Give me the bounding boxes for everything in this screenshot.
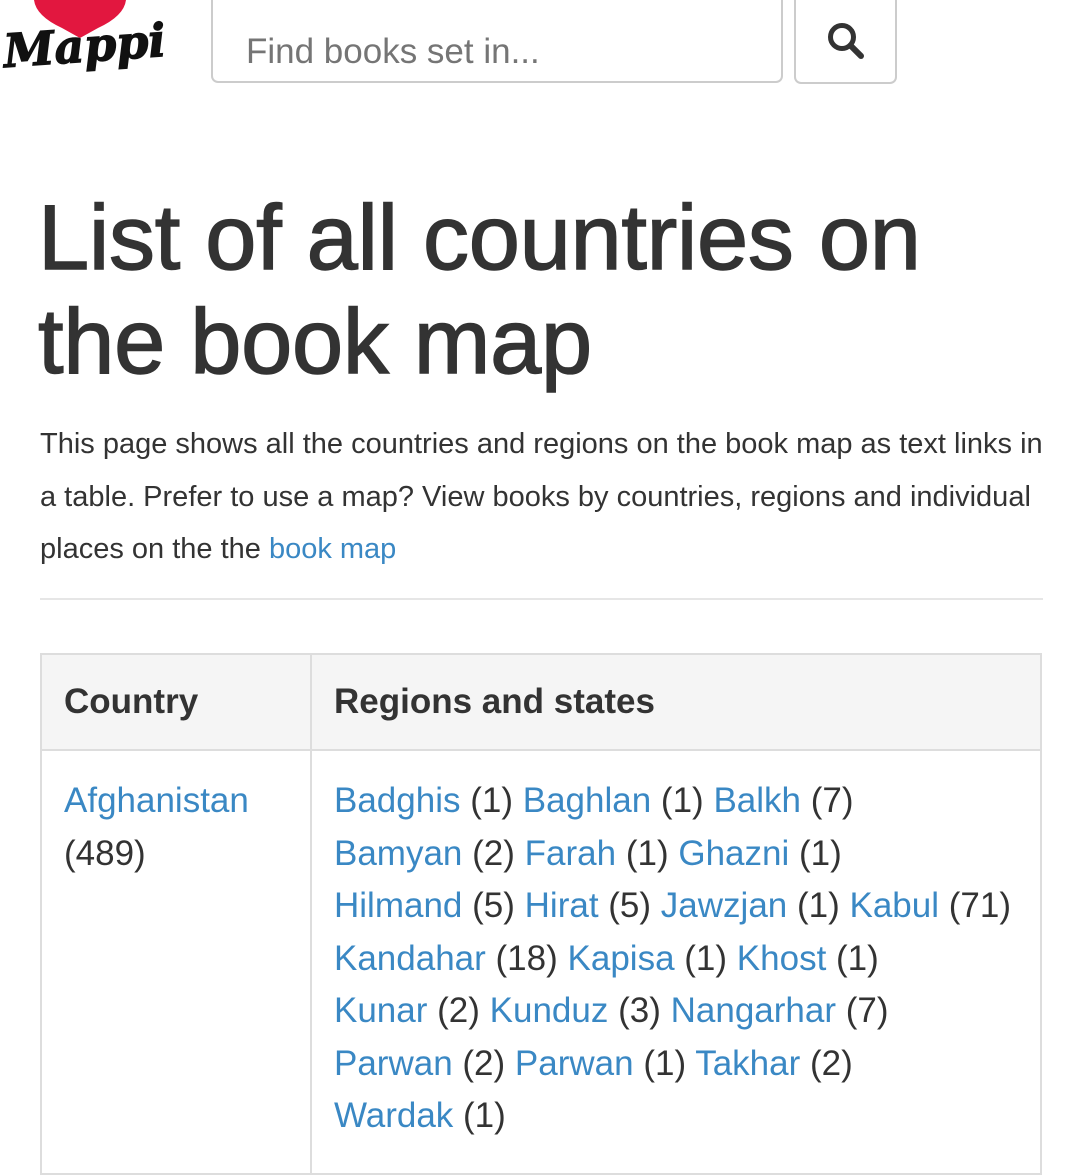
region-count: (1) <box>836 938 879 978</box>
region-count: (1) <box>470 781 513 820</box>
region-item: Kandahar (18) <box>334 939 558 978</box>
region-count: (1) <box>625 833 669 873</box>
region-item: Kunar (2) <box>334 991 480 1030</box>
region-count: (3) <box>618 991 661 1030</box>
regions-cell: Badghis (1) Baghlan (1) Balkh (7) Bamyan… <box>310 749 1042 1175</box>
page-title: List of all countries on the book map <box>37 186 921 393</box>
region-count: (1) <box>798 833 842 873</box>
region-item: Jawzjan (1) <box>661 886 840 925</box>
region-count: (1) <box>796 886 840 925</box>
region-item: Farah (1) <box>525 834 669 873</box>
region-link[interactable]: Wardak <box>334 1096 453 1135</box>
region-item: Baghlan (1) <box>523 781 704 820</box>
region-count: (71) <box>948 886 1012 925</box>
region-item: Kapisa (1) <box>568 939 728 978</box>
table-header-row: Country Regions and states <box>40 653 1042 751</box>
countries-table: Country Regions and states Afghanistan (4… <box>40 653 1042 1175</box>
region-item: Bamyan (2) <box>334 834 515 873</box>
country-column-header: Country <box>40 653 312 751</box>
region-count: (5) <box>608 886 652 925</box>
table-row: Afghanistan (489) Badghis (1) Baghlan (1)… <box>40 749 1042 1175</box>
region-item: Kunduz (3) <box>490 991 661 1030</box>
country-cell: Afghanistan (489) <box>40 749 312 1175</box>
region-item: Ghazni (1) <box>678 834 841 873</box>
region-item: Takhar (2) <box>695 1044 853 1083</box>
region-count: (5) <box>472 886 515 925</box>
region-item: Balkh (7) <box>713 781 853 820</box>
region-count: (1) <box>463 1096 506 1135</box>
region-link[interactable]: Farah <box>525 834 616 873</box>
region-count: (1) <box>684 938 728 978</box>
region-link[interactable]: Kabul <box>850 886 940 925</box>
region-count: (1) <box>643 1043 687 1083</box>
country-link[interactable]: Afghanistan <box>64 781 249 820</box>
region-count: (2) <box>472 833 515 873</box>
region-item: Parwan (1) <box>515 1044 686 1083</box>
region-count: (2) <box>810 1043 853 1083</box>
region-item: Hilmand (5) <box>334 886 515 925</box>
region-link[interactable]: Khost <box>737 939 827 978</box>
region-count: (2) <box>437 991 480 1030</box>
region-link[interactable]: Baghlan <box>523 781 651 820</box>
region-item: Wardak (1) <box>334 1096 506 1135</box>
search-button[interactable] <box>794 0 897 84</box>
region-link[interactable]: Jawzjan <box>661 886 787 925</box>
region-link[interactable]: Parwan <box>515 1044 634 1083</box>
country-count: (489) <box>64 833 146 873</box>
region-item: Khost (1) <box>737 939 879 978</box>
divider <box>40 598 1043 600</box>
svg-text:Mappit: Mappit <box>0 12 165 79</box>
region-link[interactable]: Kandahar <box>334 939 486 978</box>
region-count: (1) <box>660 781 704 820</box>
intro-text: This page shows all the countries and re… <box>40 428 1043 565</box>
region-link[interactable]: Badghis <box>334 781 460 820</box>
region-item: Kabul (71) <box>850 886 1012 925</box>
region-count: (18) <box>495 938 558 978</box>
region-count: (2) <box>462 1043 506 1083</box>
region-link[interactable]: Ghazni <box>678 834 789 873</box>
region-link[interactable]: Kapisa <box>568 939 675 978</box>
regions-column-header: Regions and states <box>310 653 1042 751</box>
region-link[interactable]: Kunduz <box>490 991 609 1030</box>
region-link[interactable]: Parwan <box>334 1044 453 1083</box>
region-count: (7) <box>845 991 889 1030</box>
region-count: (7) <box>810 781 854 820</box>
region-link[interactable]: Balkh <box>713 781 801 820</box>
region-link[interactable]: Kunar <box>334 991 427 1030</box>
region-link[interactable]: Hirat <box>525 886 599 925</box>
region-item: Badghis (1) <box>334 781 513 820</box>
book-map-link[interactable]: book map <box>269 533 396 565</box>
region-item: Parwan (2) <box>334 1044 505 1083</box>
region-link[interactable]: Hilmand <box>334 886 462 925</box>
region-item: Hirat (5) <box>525 886 651 925</box>
region-link[interactable]: Nangarhar <box>671 991 836 1030</box>
intro-paragraph: This page shows all the countries and re… <box>40 418 1045 576</box>
region-link[interactable]: Bamyan <box>334 834 462 873</box>
mappit-logo[interactable]: Mappit <box>0 0 189 111</box>
search-icon <box>827 22 864 59</box>
region-item: Nangarhar (7) <box>671 991 889 1030</box>
search-input[interactable] <box>211 0 783 83</box>
region-link[interactable]: Takhar <box>695 1044 800 1083</box>
